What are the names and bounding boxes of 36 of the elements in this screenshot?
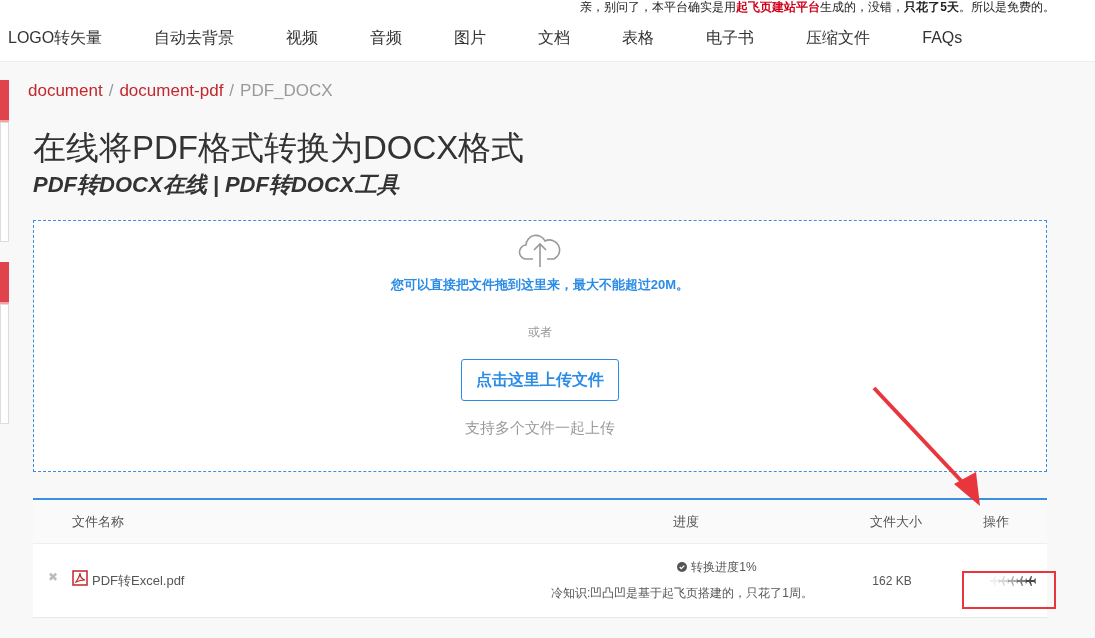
breadcrumb-separator: / xyxy=(108,80,114,103)
tip-text: 冷知识:凹凸凹是基于起飞页搭建的，只花了1周。 xyxy=(551,584,813,602)
drop-zone[interactable]: 您可以直接把文件拖到这里来，最大不能超过20M。 或者 点击这里上传文件 支持多个文件一起上传 xyxy=(33,220,1047,472)
file-size: 162 KB xyxy=(872,572,912,590)
pdf-file-icon xyxy=(72,569,88,586)
progress-text: 转换进度1% xyxy=(691,558,757,576)
column-header: 进度 xyxy=(673,513,699,529)
check-circle-icon xyxy=(677,561,688,572)
page-title: 在线将PDF格式转换为DOCX格式 xyxy=(33,128,526,168)
column-header: 操作 xyxy=(983,513,1009,529)
nav-link[interactable]: FAQs xyxy=(922,25,963,50)
drop-hint: 您可以直接把文件拖到这里来，最大不能超过20M。 xyxy=(390,276,690,294)
nav-link[interactable]: 自动去背景 xyxy=(154,25,235,50)
nav-link[interactable]: 视频 xyxy=(286,25,319,50)
side-tab[interactable] xyxy=(0,80,9,122)
nav-link[interactable]: 文档 xyxy=(538,25,571,50)
nav-link[interactable]: 图片 xyxy=(454,25,487,50)
upload-button[interactable]: 点击这里上传文件 xyxy=(461,358,619,401)
page-subtitle: PDF转DOCX在线 | PDF转DOCX工具 xyxy=(33,171,401,199)
notice-text: 亲，别问了，本平台确实是用起飞页建站平台生成的，没错，只花了5天。所以是免费的。 xyxy=(580,0,1055,14)
breadcrumb-separator: / xyxy=(229,80,235,103)
airplanes-icon xyxy=(990,575,1036,586)
side-tab[interactable] xyxy=(0,262,9,304)
file-name: PDF转Excel.pdf xyxy=(92,571,186,590)
nav-link[interactable]: LOGO转矢量 xyxy=(8,25,103,50)
breadcrumb-link[interactable]: document xyxy=(28,78,103,104)
nav-link[interactable]: 压缩文件 xyxy=(806,25,871,50)
nav-link[interactable]: 电子书 xyxy=(706,25,755,50)
breadcrumb-current: PDF_DOCX xyxy=(240,80,333,103)
column-header: 文件名称 xyxy=(72,513,124,529)
or-text: 或者 xyxy=(528,323,552,341)
column-header: 文件大小 xyxy=(870,513,922,529)
upload-note: 支持多个文件一起上传 xyxy=(465,417,615,438)
nav-link[interactable]: 音频 xyxy=(370,25,403,50)
breadcrumb-link[interactable]: document-pdf xyxy=(119,78,224,104)
nav-link[interactable]: 表格 xyxy=(622,25,655,50)
